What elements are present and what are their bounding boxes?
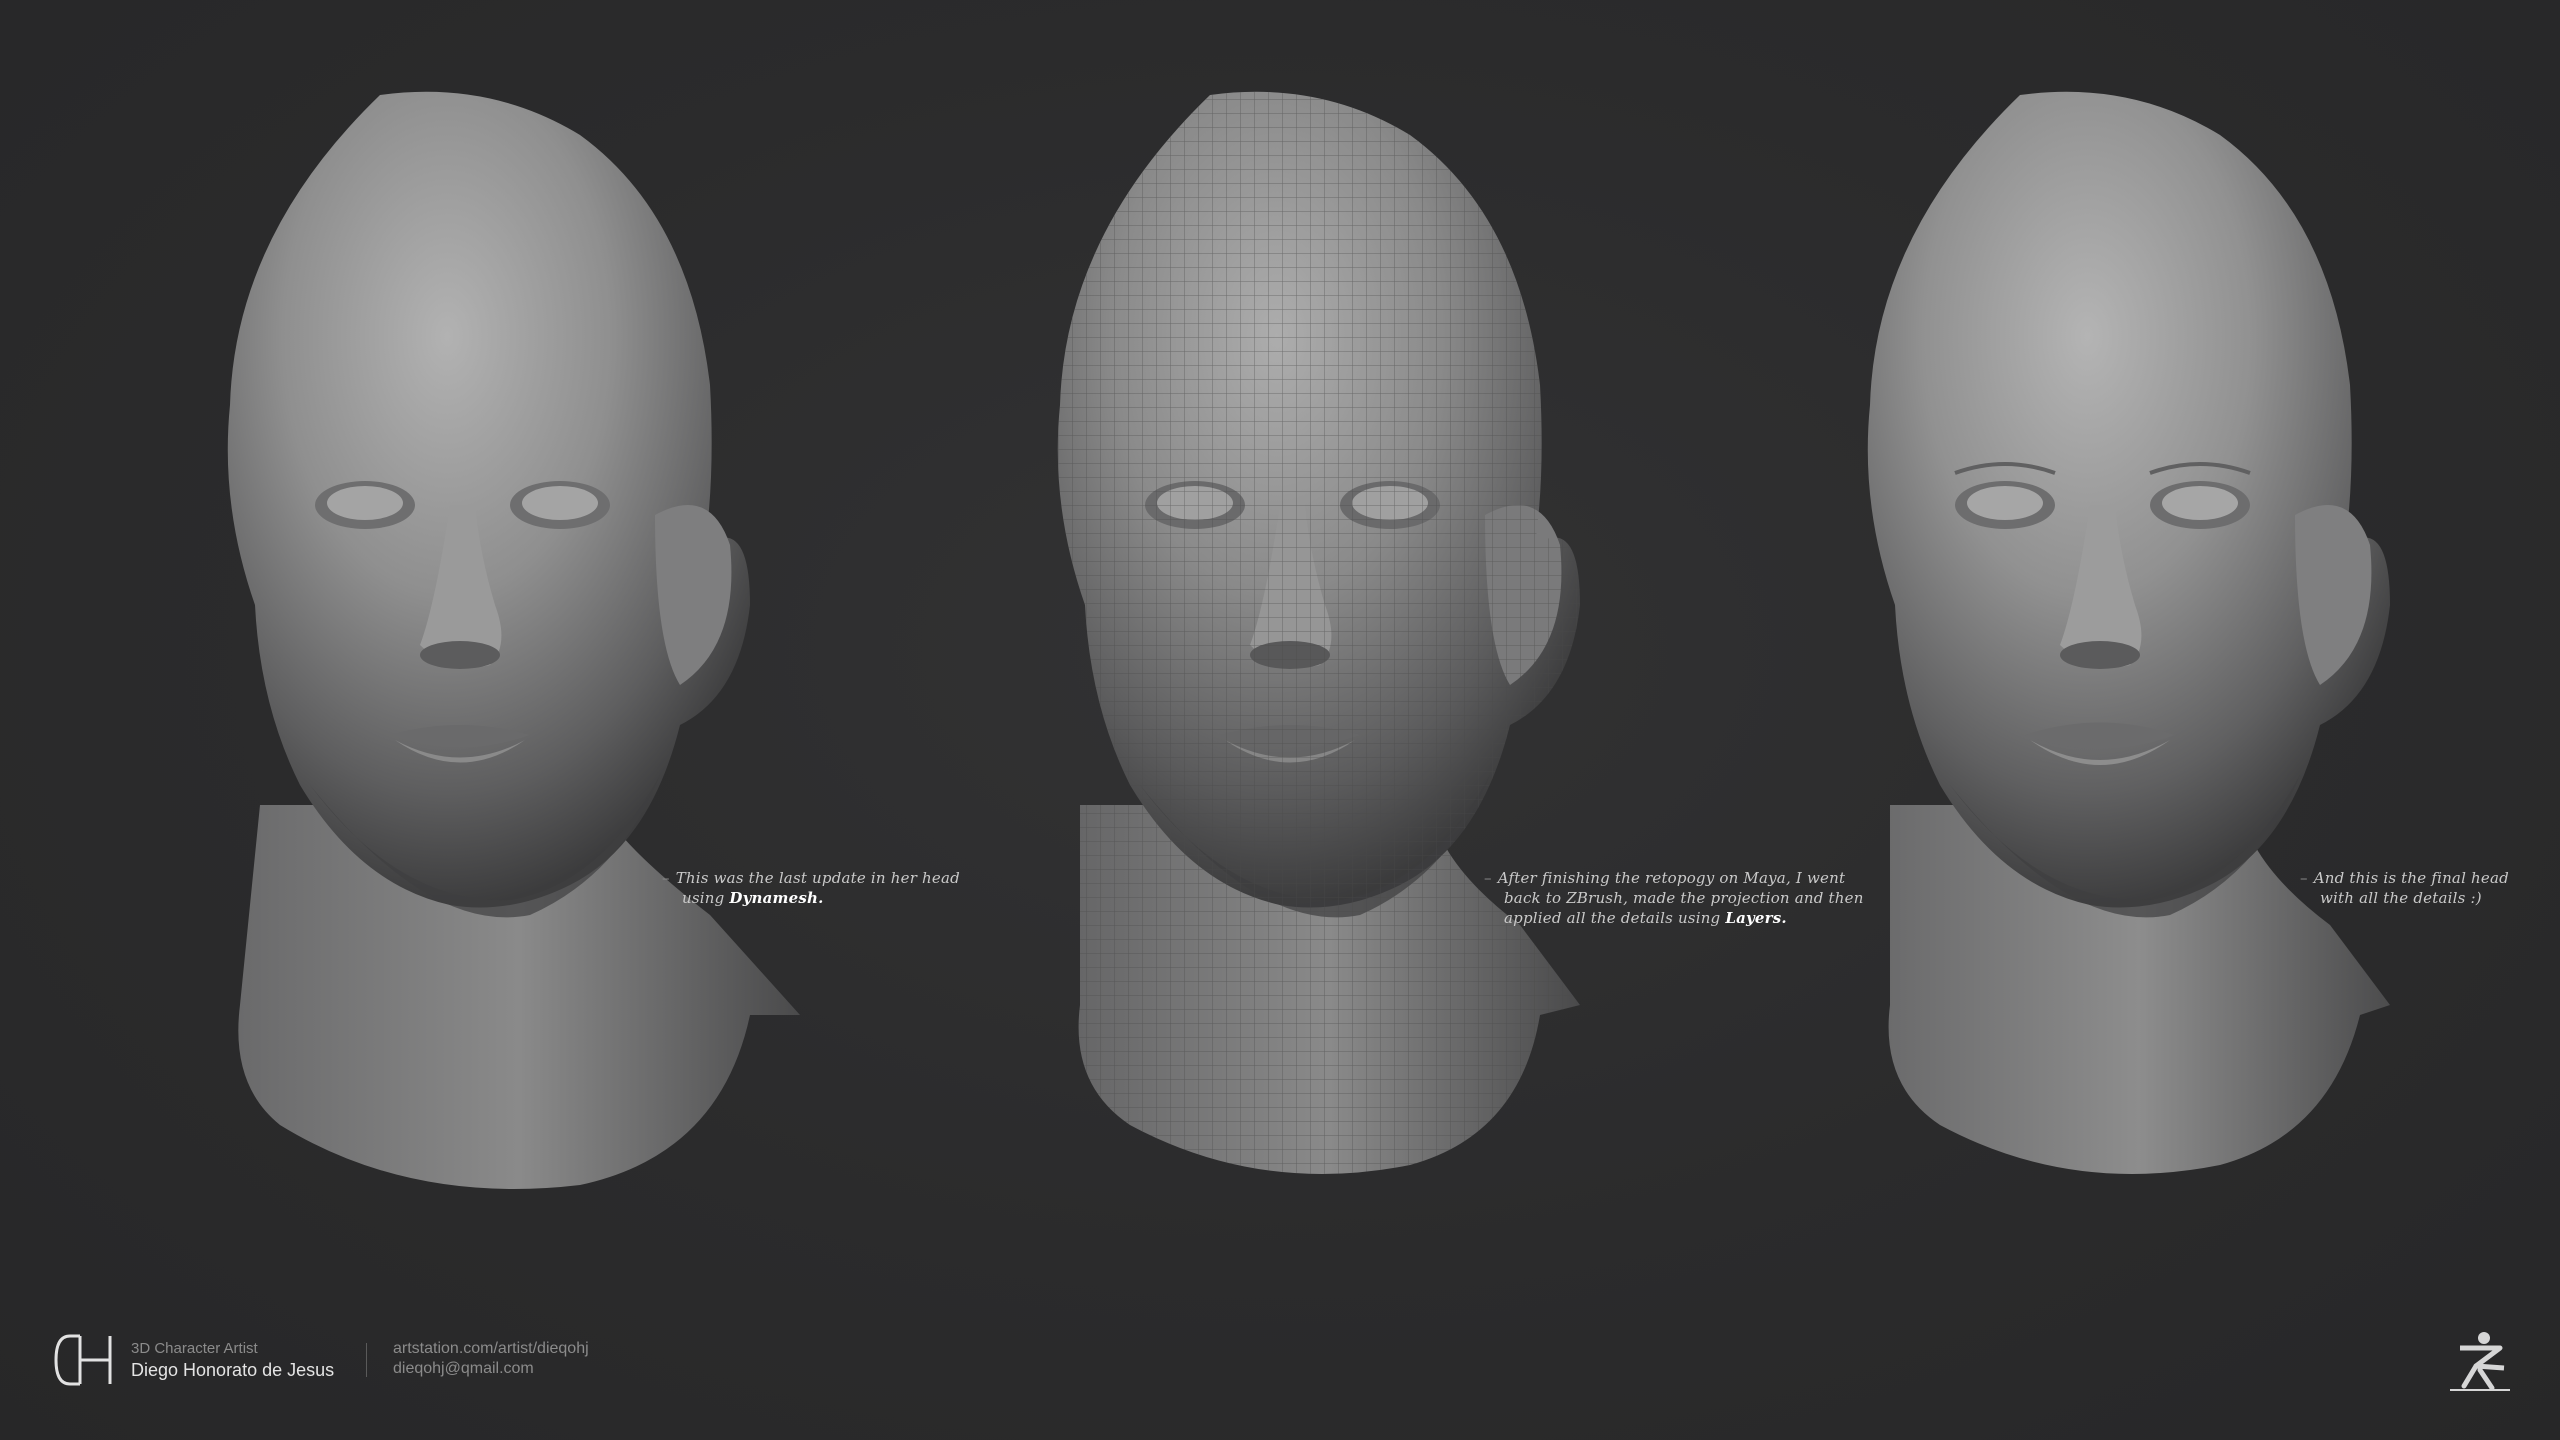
email-link[interactable]: dieqohj@qmail.com — [393, 1360, 534, 1378]
annotation-final-line2: with all the details :) — [2320, 889, 2482, 907]
annotation-retopology: – After finishing the retopogy on Maya, I… — [1484, 868, 1864, 928]
annotation-retopology-line3: applied all the details using Layers. — [1504, 909, 1787, 927]
annotation-dynamesh-line1: – This was the last update in her head — [662, 869, 960, 887]
annotation-dynamesh-line2: using Dynamesh. — [682, 889, 824, 907]
head-retopology-render — [1057, 91, 1581, 1174]
dh-monogram-icon — [54, 1334, 112, 1386]
artist-role: 3D Character Artist — [131, 1340, 258, 1357]
annotation-final: – And this is the final head with all the… — [2300, 868, 2509, 908]
annotation-retopology-line2: back to ZBrush, made the projection and … — [1504, 889, 1864, 907]
artstation-link[interactable]: artstation.com/artist/dieqohj — [393, 1340, 589, 1358]
head-dynamesh-render — [227, 91, 800, 1189]
head-dynamesh — [150, 85, 830, 1215]
annotation-dynamesh: – This was the last update in her head us… — [662, 868, 960, 908]
zbrush-logo-icon — [2450, 1332, 2510, 1391]
artist-name: Diego Honorato de Jesus — [131, 1360, 335, 1380]
footer-divider — [366, 1343, 367, 1377]
render-sheet: – This was the last update in her head us… — [0, 0, 2560, 1440]
annotation-final-line1: – And this is the final head — [2300, 869, 2509, 887]
head-retopology — [960, 85, 1640, 1215]
head-final — [1770, 85, 2450, 1215]
annotation-retopology-line1: – After finishing the retopogy on Maya, I… — [1484, 869, 1846, 887]
head-final-render — [1867, 91, 2390, 1174]
